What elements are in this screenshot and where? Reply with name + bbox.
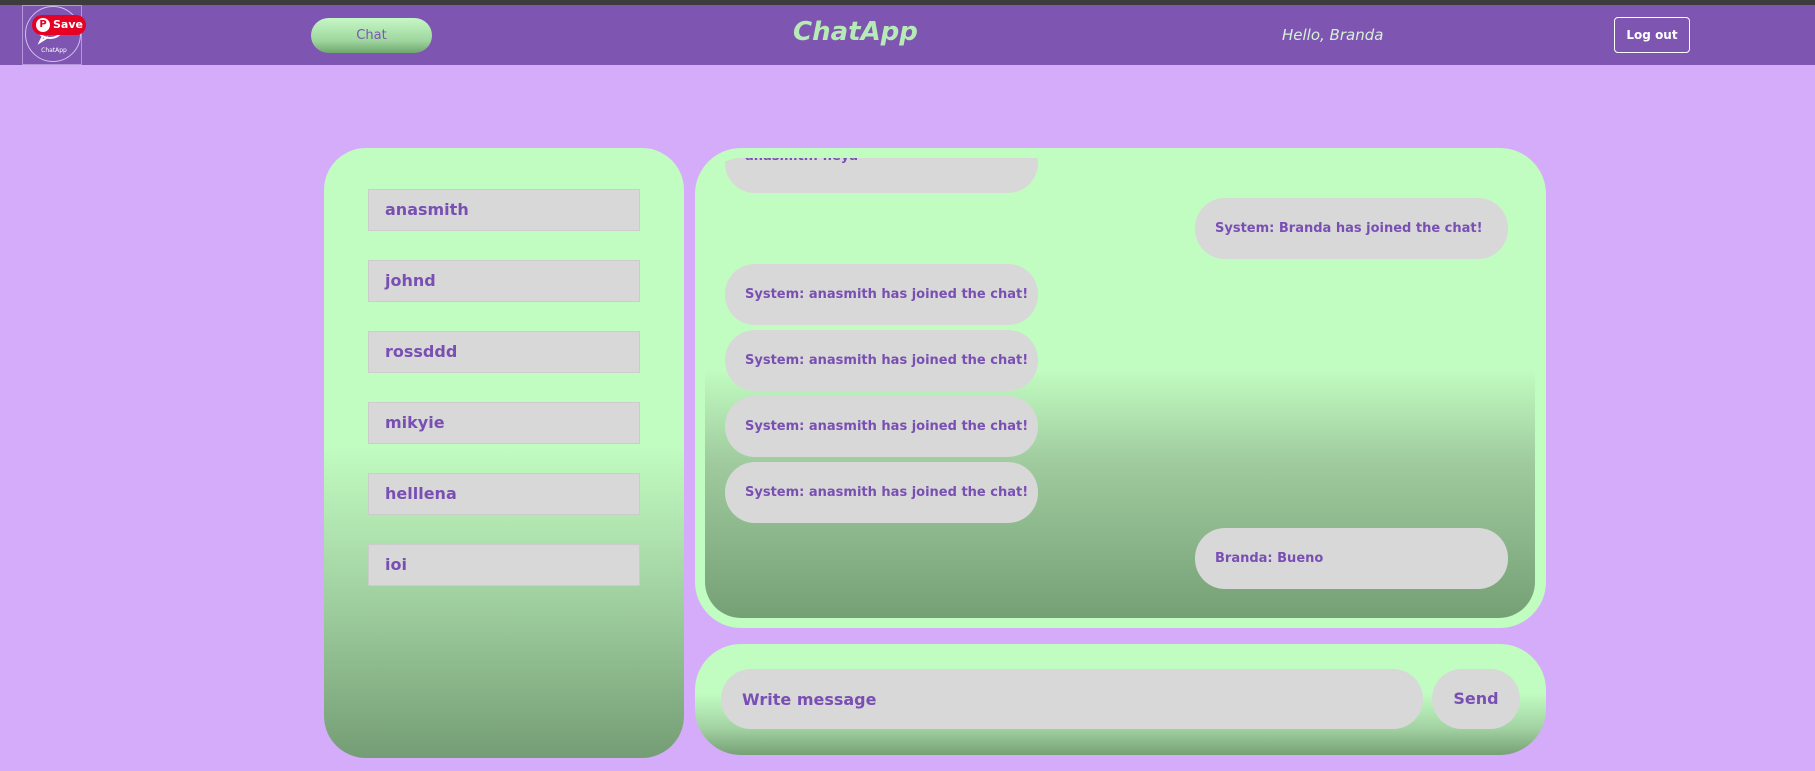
message-bubble: System: anasmith has joined the chat! [725,264,1038,325]
message-bubble: System: anasmith has joined the chat! [725,396,1038,457]
message-bubble: anasmith: heya [725,158,1038,193]
message-bubble: Branda: Bueno [1195,528,1508,589]
logo[interactable]: ChatApp [22,5,82,65]
user-item-helllena[interactable]: helllena [368,473,640,515]
chat-frame: anasmith: heya System: Branda has joined… [695,148,1546,628]
message-bubble: System: anasmith has joined the chat! [725,330,1038,391]
user-item-johnd[interactable]: johnd [368,260,640,302]
chat-nav-button[interactable]: Chat [311,18,432,53]
message-bubble: System: anasmith has joined the chat! [725,462,1038,523]
pinterest-save-label: Save [53,18,83,31]
send-button[interactable]: Send [1432,669,1520,729]
user-greeting: Hello, Branda [1282,26,1384,44]
user-item-ioi[interactable]: ioi [368,544,640,586]
users-panel: anasmith johnd rossddd mikyie helllena i… [324,148,684,758]
pinterest-save-button[interactable]: P Save [32,15,86,35]
logo-text: ChatApp [41,47,67,54]
message-input[interactable] [721,669,1423,729]
user-item-anasmith[interactable]: anasmith [368,189,640,231]
message-list[interactable]: anasmith: heya System: Branda has joined… [705,158,1535,618]
app-title: ChatApp [793,17,918,47]
navbar: ChatApp P Save Chat ChatApp Hello, Brand… [0,5,1815,65]
logout-button[interactable]: Log out [1614,17,1690,53]
user-item-rossddd[interactable]: rossddd [368,331,640,373]
composer: Send [695,644,1546,755]
pinterest-icon: P [36,18,50,32]
message-bubble: System: Branda has joined the chat! [1195,198,1508,259]
user-item-mikyie[interactable]: mikyie [368,402,640,444]
